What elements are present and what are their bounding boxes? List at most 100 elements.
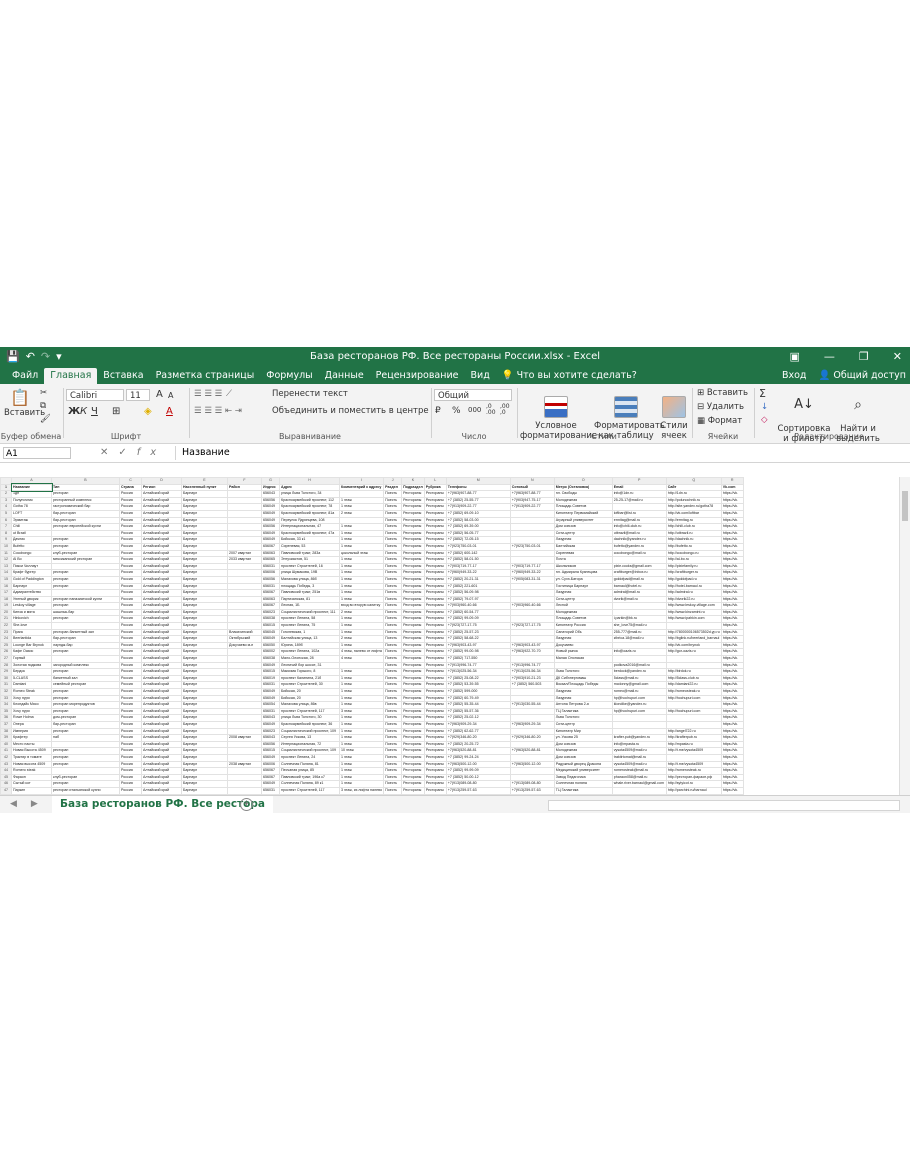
table-cell[interactable]: Россия (119, 542, 142, 551)
table-cell[interactable]: bufetto@yandex.ru (611, 542, 667, 551)
table-cell[interactable]: Адмиралтейство (11, 589, 52, 597)
table-cell[interactable] (51, 740, 120, 749)
table-cell[interactable]: банкетный зал (51, 674, 120, 683)
table-cell[interactable]: Барнаул (181, 668, 228, 676)
row-number[interactable]: 19 (0, 602, 12, 610)
table-cell[interactable]: https://vk. (720, 760, 744, 769)
table-cell[interactable]: Барнаул (181, 773, 228, 782)
table-cell[interactable]: She-love (11, 622, 52, 630)
table-cell[interactable]: 1 этаж (338, 720, 385, 729)
table-cell[interactable]: Рестораны (401, 767, 425, 775)
table-cell[interactable]: Солнечная Поляна, 89 к1 (279, 780, 340, 788)
table-cell[interactable]: 656056 (261, 523, 280, 531)
table-cell[interactable]: ресторан (51, 615, 120, 624)
table-cell[interactable]: Рестораны (423, 720, 447, 729)
table-cell[interactable]: http://craftburger.ru (665, 569, 722, 577)
table-cell[interactable] (509, 628, 555, 637)
table-cell[interactable]: Алтайский край (141, 767, 182, 775)
enter-icon[interactable]: ✓ (118, 447, 136, 458)
table-cell[interactable]: 1 этаж (338, 523, 385, 531)
table-cell[interactable]: +7 (3852) 99-09-09 (445, 615, 511, 624)
table-cell[interactable]: Эрмитаж (11, 516, 52, 525)
table-cell[interactable]: https://vk. (720, 575, 744, 584)
table-cell[interactable]: Поесть (383, 536, 403, 544)
table-cell[interactable] (665, 714, 722, 722)
table-cell[interactable]: 656031 (261, 786, 280, 795)
table-cell[interactable]: 656049 (261, 635, 280, 643)
row-number[interactable]: 17 (0, 589, 12, 597)
table-cell[interactable]: Алтайский край (141, 773, 182, 782)
table-cell[interactable]: Дом союзов (553, 523, 613, 531)
table-cell[interactable]: 1 этаж (338, 569, 385, 577)
percent-button[interactable]: % (452, 406, 461, 416)
table-cell[interactable]: Россия (119, 760, 142, 769)
table-cell[interactable]: Барнаул (181, 542, 228, 551)
table-cell[interactable]: https://vk. (720, 740, 744, 749)
table-cell[interactable]: +7(923)750-03-01 (445, 542, 511, 551)
table-cell[interactable] (227, 701, 262, 709)
table-cell[interactable]: Барнаул (181, 529, 228, 538)
table-cell[interactable]: Барнаул (181, 740, 228, 749)
italic-button[interactable]: К (80, 406, 87, 417)
table-cell[interactable]: Поесть (383, 753, 403, 762)
table-cell[interactable]: +7(963)903-43-97 (509, 641, 555, 650)
table-cell[interactable]: ДК Сибэнергомаш (553, 674, 613, 683)
table-cell[interactable]: цокольный этаж (338, 549, 385, 558)
table-cell[interactable]: +7 (3852) 79-07-97 (445, 595, 511, 604)
table-cell[interactable] (227, 529, 262, 538)
table-cell[interactable]: +7 (3852) 717-550 (445, 655, 511, 663)
table-cell[interactable]: площадь Победы, 3 (279, 582, 340, 591)
table-cell[interactable]: Россия (119, 773, 142, 782)
table-cell[interactable]: Малахова улица, 86в (279, 701, 340, 709)
table-cell[interactable]: Алтайский край (141, 740, 182, 749)
table-cell[interactable] (509, 655, 555, 663)
table-cell[interactable]: http://dachnik.ru (665, 536, 722, 544)
table-cell[interactable]: 656049 (261, 753, 280, 762)
share-button[interactable]: 👤 Общий доступ (819, 370, 907, 381)
delete-cells-button[interactable]: ⊟ Удалить (697, 402, 744, 412)
table-cell[interactable]: +7(960)949-33-22 (445, 569, 511, 577)
table-cell[interactable]: Рестораны (401, 608, 425, 617)
table-cell[interactable]: Рестораны (423, 773, 447, 782)
grow-font-button[interactable]: A (156, 389, 163, 400)
table-cell[interactable]: hp@hochupuri.com (611, 707, 667, 716)
table-cell[interactable]: Гостиница Барнаул (553, 582, 613, 591)
table-cell[interactable]: Рестораны (401, 549, 425, 558)
table-cell[interactable]: Рестораны (423, 542, 447, 551)
table-cell[interactable]: +7 (3852) 221-601 (445, 582, 511, 591)
header-cell[interactable]: Комментарий к адресу (338, 483, 385, 492)
header-cell[interactable]: Индекс (261, 483, 280, 492)
table-cell[interactable]: +7 (3852) 599-000 (445, 688, 511, 696)
table-cell[interactable]: +7(963)907-88-77 (509, 490, 555, 498)
table-cell[interactable]: Фараон (11, 773, 52, 782)
table-cell[interactable]: проспект Калинина, 21б (279, 674, 340, 683)
orientation-icon[interactable]: ⟋ (226, 389, 232, 399)
table-cell[interactable]: 1 этаж (338, 688, 385, 696)
table-cell[interactable] (665, 622, 722, 630)
table-cell[interactable]: Россия (119, 569, 142, 577)
table-cell[interactable]: Балтийская (553, 542, 613, 551)
table-cell[interactable]: Медицинский университет (553, 767, 613, 775)
table-cell[interactable]: http://vk.com/brynok (665, 641, 722, 650)
table-cell[interactable]: Алтайский край (141, 622, 182, 630)
table-cell[interactable]: +7 (3852) 99-99-09 (445, 767, 511, 775)
table-cell[interactable]: Барнаул (181, 734, 228, 742)
table-cell[interactable] (227, 602, 262, 610)
column-header[interactable]: R (720, 477, 744, 485)
table-cell[interactable]: Место пасты (11, 740, 52, 749)
row-number[interactable]: 30 (0, 674, 12, 683)
table-cell[interactable]: 2033 квартал (227, 556, 262, 564)
table-cell[interactable]: http://admiral.ru (665, 589, 722, 597)
table-cell[interactable]: ТЦ Галактика (553, 707, 613, 716)
row-number[interactable]: 36 (0, 714, 12, 722)
table-cell[interactable] (51, 589, 120, 597)
header-cell[interactable]: Адрес (279, 483, 340, 492)
table-cell[interactable] (227, 773, 262, 782)
table-cell[interactable]: 656067 (261, 589, 280, 597)
table-cell[interactable]: Алтайский край (141, 496, 182, 505)
table-cell[interactable]: http://hotel-barnaul.ru (665, 582, 722, 591)
table-cell[interactable]: ресторан (51, 542, 120, 551)
table-cell[interactable]: Россия (119, 648, 142, 657)
tab-home[interactable]: Главная (44, 368, 98, 384)
table-cell[interactable]: 656065 (261, 556, 280, 564)
